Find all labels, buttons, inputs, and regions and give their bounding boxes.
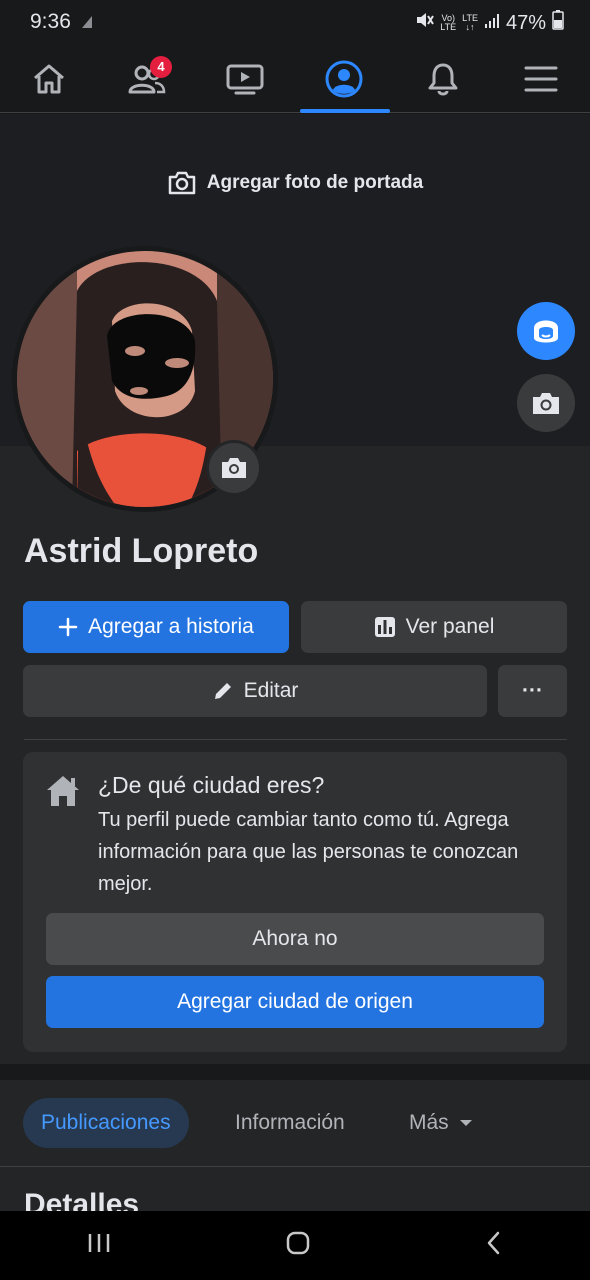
home-icon — [34, 64, 64, 94]
mute-icon — [414, 10, 435, 36]
add-to-story-label: Agregar a historia — [88, 615, 254, 638]
pencil-icon — [214, 683, 231, 699]
add-hometown-button[interactable]: Agregar ciudad de origen — [46, 976, 544, 1028]
tabs-divider — [0, 1166, 590, 1167]
status-time: 9:36 — [30, 10, 71, 33]
tab-label: Más — [409, 1111, 449, 1134]
more-options-icon: ··· — [522, 679, 543, 702]
change-profile-photo-button[interactable] — [206, 440, 262, 496]
friends-badge: 4 — [150, 56, 172, 78]
active-tab-indicator — [300, 109, 390, 113]
bell-icon — [428, 63, 458, 96]
hometown-prompt-card: ¿De qué ciudad eres? Tu perfil puede cam… — [23, 752, 567, 1052]
add-cover-photo-button[interactable]: Agregar foto de portada — [0, 170, 590, 196]
dashboard-icon — [374, 617, 395, 637]
signal-icon — [484, 12, 500, 35]
home-button[interactable] — [285, 1230, 311, 1261]
card-description: Tu perfil puede cambiar tanto como tú. A… — [98, 809, 519, 895]
nav-profile[interactable] — [295, 46, 393, 112]
tab-label: Publicaciones — [41, 1111, 171, 1134]
recent-apps-button[interactable] — [86, 1231, 112, 1260]
battery-percent: 47% — [505, 11, 546, 34]
menu-icon — [524, 66, 558, 92]
more-options-button[interactable]: ··· — [498, 665, 567, 717]
nav-menu[interactable] — [492, 46, 590, 112]
back-button[interactable] — [484, 1230, 504, 1261]
top-nav-bar: 4 — [0, 46, 590, 113]
add-cover-label: Agregar foto de portada — [206, 172, 424, 193]
volte-indicator: Vo) LTE — [440, 13, 457, 32]
edit-profile-button[interactable]: Editar — [23, 665, 487, 717]
nav-friends[interactable]: 4 — [98, 46, 196, 112]
tab-informacion[interactable]: Información — [235, 1098, 345, 1148]
lte-indicator: LTE ↓↑ — [462, 13, 478, 32]
watch-icon — [226, 64, 264, 95]
change-cover-camera-button[interactable] — [517, 374, 575, 432]
edit-label: Editar — [243, 679, 299, 702]
nav-notifications[interactable] — [394, 46, 492, 112]
section-divider — [24, 739, 567, 740]
plus-icon — [58, 617, 78, 637]
android-nav-bar — [0, 1211, 590, 1280]
nav-home[interactable] — [0, 46, 98, 112]
battery-icon — [552, 10, 564, 36]
avatar-face-icon — [534, 320, 558, 343]
house-icon — [45, 774, 81, 813]
profile-icon — [325, 60, 363, 98]
caret-down-icon — [459, 1120, 472, 1126]
section-gap — [0, 1064, 590, 1080]
add-hometown-label: Agregar ciudad de origen — [177, 990, 413, 1013]
status-bar: 9:36 Vo) LTE LTE ↓↑ 47% — [0, 0, 590, 46]
tab-mas[interactable]: Más — [409, 1098, 473, 1148]
camera-icon — [533, 393, 559, 414]
avatar-button[interactable] — [517, 302, 575, 360]
wifi-calling-signal-icon — [80, 14, 94, 35]
view-panel-label: Ver panel — [405, 615, 495, 638]
tab-publicaciones[interactable]: Publicaciones — [23, 1098, 189, 1148]
camera-icon — [168, 171, 196, 195]
tab-label: Información — [235, 1111, 345, 1134]
card-title: ¿De qué ciudad eres? — [98, 772, 325, 798]
nav-watch[interactable] — [196, 46, 294, 112]
recent-apps-icon — [89, 1234, 110, 1252]
not-now-label: Ahora no — [252, 927, 338, 950]
not-now-button[interactable]: Ahora no — [46, 913, 544, 965]
profile-name: Astrid Lopreto — [24, 532, 259, 570]
add-to-story-button[interactable]: Agregar a historia — [23, 601, 289, 653]
profile-tabs-section: Publicaciones Información Más Detalles — [0, 1080, 590, 1221]
view-panel-button[interactable]: Ver panel — [301, 601, 567, 653]
camera-icon — [222, 458, 246, 478]
home-circle-icon — [286, 1231, 310, 1255]
back-chevron-icon — [487, 1231, 499, 1255]
